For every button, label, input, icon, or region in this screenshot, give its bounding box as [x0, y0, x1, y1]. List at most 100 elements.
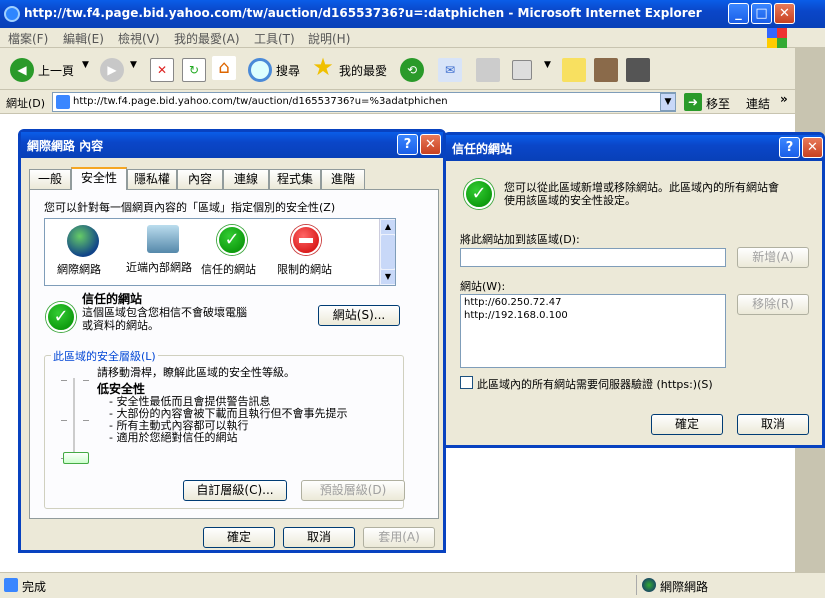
security-level-group: 此區域的安全層級(L) 請移動滑桿，瞭解此區域的安全性等級。 低安全性 - 安全…: [44, 348, 405, 509]
slider-track: [73, 378, 75, 460]
page-icon: [56, 95, 70, 109]
selected-zone-desc-2: 或資料的網站。: [82, 319, 159, 332]
scroll-up-icon[interactable]: ▲: [381, 220, 395, 234]
remove-site-button: 移除(R): [737, 294, 809, 315]
menu-view[interactable]: 檢視(V): [118, 30, 160, 47]
back-arrow-icon[interactable]: ◀: [10, 58, 34, 82]
stop-icon[interactable]: ✕: [150, 58, 174, 82]
close-icon[interactable]: ✕: [802, 137, 823, 158]
slider-tick: [61, 420, 67, 421]
address-input[interactable]: http://tw.f4.page.bid.yahoo.com/tw/aucti…: [52, 92, 676, 112]
ie-logo-icon: [4, 6, 20, 22]
globe-icon: [642, 578, 656, 592]
refresh-icon[interactable]: ↻: [182, 58, 206, 82]
tab-security[interactable]: 安全性: [71, 167, 127, 190]
edit-icon[interactable]: [512, 60, 532, 80]
slider-thumb[interactable]: [63, 452, 89, 464]
forward-arrow-icon[interactable]: ▶: [100, 58, 124, 82]
intranet-zone-icon[interactable]: [147, 225, 179, 253]
menu-edit[interactable]: 編輯(E): [63, 30, 104, 47]
custom-level-button[interactable]: 自訂層級(C)...: [183, 480, 287, 501]
zone-list: 網際網路 近端內部網路 ✓ 信任的網站 限制的網站 ▲ ▼: [44, 218, 396, 286]
print-icon[interactable]: [476, 58, 500, 82]
links-label[interactable]: 連結: [746, 95, 770, 112]
slider-tick: [61, 380, 67, 381]
trusted-zone-icon[interactable]: ✓: [217, 225, 247, 255]
help-icon[interactable]: ?: [779, 137, 800, 158]
discuss-icon[interactable]: [562, 58, 586, 82]
more-chevron-icon[interactable]: »: [780, 92, 788, 106]
tab-content[interactable]: 內容: [177, 169, 223, 189]
selected-zone-icon: ✓: [46, 302, 76, 332]
tab-privacy[interactable]: 隱私權: [127, 169, 177, 189]
menu-favorites[interactable]: 我的最愛(A): [174, 30, 240, 47]
zone-trusted[interactable]: 信任的網站: [201, 261, 256, 277]
menu-tools[interactable]: 工具(T): [254, 30, 295, 47]
zone-list-scrollbar[interactable]: ▲ ▼: [379, 219, 395, 285]
zone-internet[interactable]: 網際網路: [57, 261, 101, 277]
tab-connections[interactable]: 連線: [223, 169, 269, 189]
forward-dropdown-icon[interactable]: ▼: [130, 60, 137, 70]
zone-restricted[interactable]: 限制的網站: [277, 261, 332, 277]
go-button-label[interactable]: 移至: [706, 95, 730, 112]
back-dropdown-icon[interactable]: ▼: [82, 60, 89, 70]
slider-hint: 請移動滑桿，瞭解此區域的安全性等級。: [97, 366, 295, 379]
sites-button[interactable]: 網站(S)...: [318, 305, 400, 326]
restricted-zone-icon[interactable]: [291, 225, 321, 255]
internet-zone-icon[interactable]: [67, 225, 99, 257]
maximize-icon[interactable]: □: [751, 3, 772, 24]
search-icon[interactable]: [248, 58, 272, 82]
apply-button: 套用(A): [363, 527, 435, 548]
site-list-item[interactable]: http://192.168.0.100: [464, 310, 568, 321]
scroll-thumb[interactable]: [381, 235, 395, 269]
go-arrow-icon[interactable]: ➜: [684, 93, 702, 111]
security-slider[interactable]: [61, 378, 89, 468]
sites-list[interactable]: http://60.250.72.47 http://192.168.0.100: [460, 294, 726, 368]
cancel-button[interactable]: 取消: [283, 527, 355, 548]
research-icon[interactable]: [594, 58, 618, 82]
help-icon[interactable]: ?: [397, 134, 418, 155]
minimize-icon[interactable]: _: [728, 3, 749, 24]
tab-advanced[interactable]: 進階: [321, 169, 365, 189]
tab-general[interactable]: 一般: [29, 169, 71, 189]
edit-dropdown-icon[interactable]: ▼: [544, 60, 551, 70]
ok-button[interactable]: 確定: [651, 414, 723, 435]
search-button-label[interactable]: 搜尋: [276, 62, 300, 79]
favorites-button-label[interactable]: 我的最愛: [339, 62, 387, 79]
scroll-down-icon[interactable]: ▼: [381, 270, 395, 284]
internet-options-title: 網際網路 內容: [27, 139, 104, 153]
zone-intro: 您可以針對每一個網頁內容的「區域」指定個別的安全性(Z): [44, 201, 336, 214]
ok-button[interactable]: 確定: [203, 527, 275, 548]
home-icon[interactable]: ⌂: [212, 56, 236, 80]
level-item-4: - 適用於您絕對信任的網站: [109, 431, 238, 444]
windows-logo-icon: [767, 28, 787, 48]
https-checkbox-label[interactable]: 此區域內的所有網站需要伺服器驗證 (https:)(S): [477, 376, 713, 392]
cancel-button[interactable]: 取消: [737, 414, 809, 435]
address-dropdown-icon[interactable]: ▼: [660, 93, 676, 111]
menu-help[interactable]: 說明(H): [308, 30, 350, 47]
back-button-label[interactable]: 上一頁: [38, 62, 74, 79]
site-list-item[interactable]: http://60.250.72.47: [464, 297, 561, 308]
zone-intranet[interactable]: 近端內部網路: [125, 261, 193, 274]
close-icon[interactable]: ✕: [774, 3, 795, 24]
https-checkbox[interactable]: [460, 376, 473, 389]
internet-options-dialog: 網際網路 內容 ? ✕ 一般 安全性 隱私權 內容 連線 程式集 進階 您可以針…: [18, 129, 446, 553]
status-bar: 完成 網際網路: [0, 572, 825, 598]
status-text: 完成: [22, 580, 47, 594]
history-icon[interactable]: ⟲: [400, 58, 424, 82]
menu-file[interactable]: 檔案(F): [8, 30, 48, 47]
trusted-sites-title: 信任的網站: [452, 142, 513, 156]
slider-tick: [83, 380, 89, 381]
favorites-star-icon[interactable]: ★: [311, 55, 335, 79]
trusted-sites-icon: ✓: [464, 179, 494, 209]
messenger-icon[interactable]: [626, 58, 650, 82]
tab-programs[interactable]: 程式集: [269, 169, 321, 189]
address-label: 網址(D): [6, 97, 46, 110]
security-tab-panel: 您可以針對每一個網頁內容的「區域」指定個別的安全性(Z) 網際網路 近端內部網路…: [29, 189, 439, 519]
default-level-button: 預設層級(D): [301, 480, 405, 501]
status-divider: [636, 575, 637, 595]
status-page-icon: [4, 578, 18, 592]
mail-icon[interactable]: ✉: [438, 58, 462, 82]
close-icon[interactable]: ✕: [420, 134, 441, 155]
add-site-input[interactable]: [460, 248, 726, 267]
